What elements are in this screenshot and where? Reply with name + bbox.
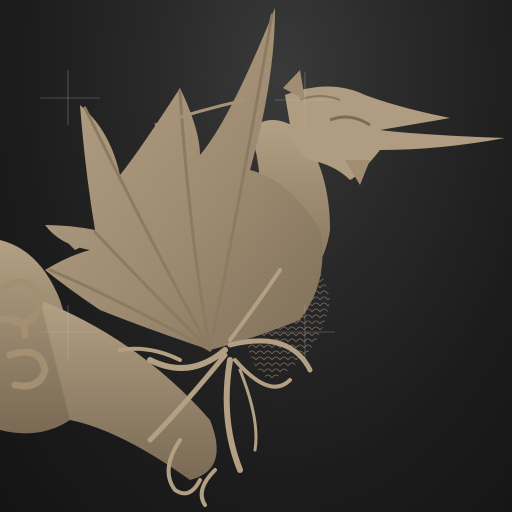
sculpt-viewport[interactable] — [0, 0, 512, 512]
model-canvas[interactable] — [0, 0, 512, 512]
